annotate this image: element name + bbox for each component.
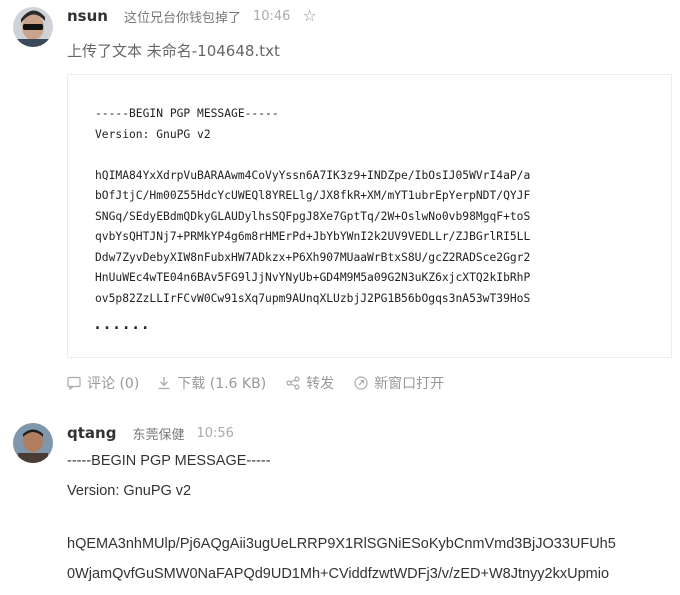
post-line: Version: GnuPG v2 bbox=[67, 483, 192, 499]
post-line: hQEMA3nhMUlp/Pj6AQgAii3ugUeLRRP9X1RlSGNi… bbox=[67, 536, 616, 552]
post-line: -----BEGIN PGP MESSAGE----- bbox=[67, 453, 271, 469]
post-meta: qtang 东莞保健 10:56 bbox=[67, 423, 234, 443]
post-qtang: qtang 东莞保健 10:56 -----BEGIN PGP MESSAGE-… bbox=[0, 0, 680, 588]
post-body: -----BEGIN PGP MESSAGE----- Version: Gnu… bbox=[67, 452, 616, 595]
post-line: 0WjamQvfGuSMW0NaFAPQd9UD1Mh+CViddfzwtWDF… bbox=[67, 566, 610, 582]
group-name[interactable]: 东莞保健 bbox=[132, 424, 184, 443]
username[interactable]: qtang bbox=[67, 424, 116, 442]
avatar-qtang[interactable] bbox=[13, 423, 53, 463]
timestamp[interactable]: 10:56 bbox=[196, 426, 233, 441]
